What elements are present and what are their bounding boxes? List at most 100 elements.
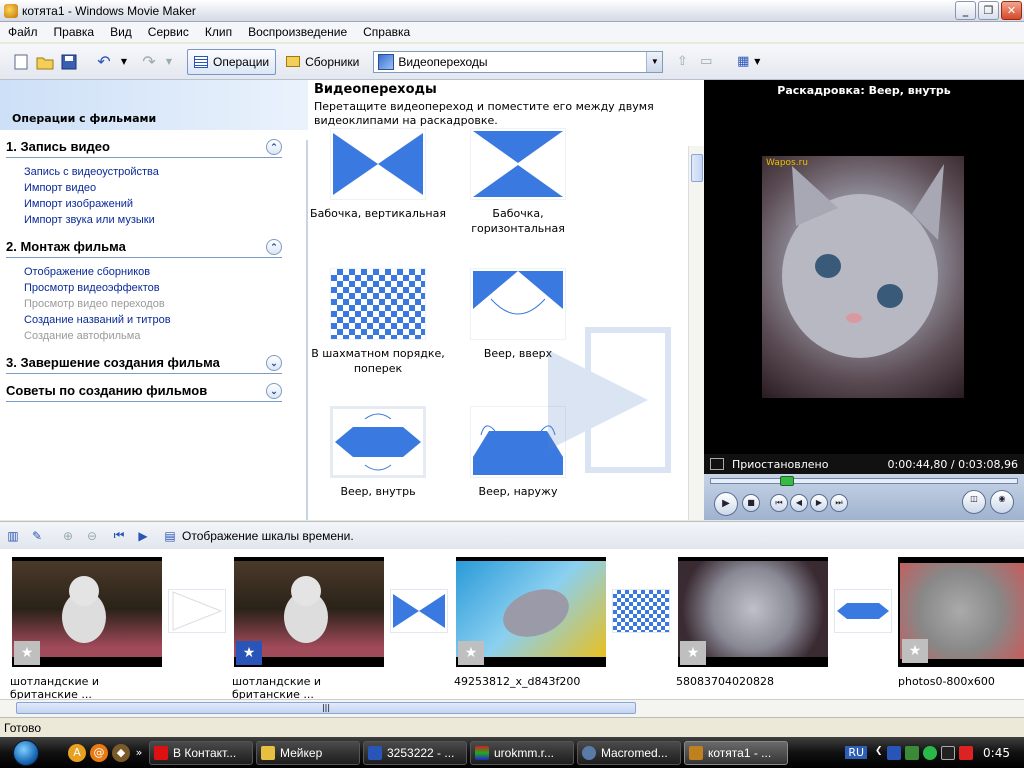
undo-icon[interactable]: ↶: [95, 52, 113, 71]
rewind-storyboard-icon[interactable]: ⏮: [110, 527, 128, 545]
redo-dropdown-icon[interactable]: ▼: [164, 53, 174, 71]
location-combo[interactable]: Видеопереходы ▼: [373, 50, 664, 73]
minimize-button[interactable]: _: [955, 1, 976, 20]
link-import-audio[interactable]: Импорт звука или музыки: [24, 214, 308, 230]
storyboard-toolbar: ▥ ✎ ⊕ ⊖ ⏮ ▶ ▤ Отображение шкалы времени.: [0, 521, 1024, 549]
transition-fan-in[interactable]: Веер, внутрь: [308, 406, 448, 499]
tray-status-icon[interactable]: [923, 745, 938, 760]
transitions-heading: Видеопереходы: [314, 82, 437, 97]
rewind-icon[interactable]: ⏮: [770, 494, 788, 512]
close-button[interactable]: ✕: [1001, 1, 1022, 20]
chevron-up-icon[interactable]: ⌃: [266, 138, 282, 155]
take-picture-icon[interactable]: ◉: [990, 490, 1014, 514]
transition-butterfly-vertical[interactable]: Бабочка, вертикальная: [308, 128, 448, 221]
storyboard-clip[interactable]: ★: [234, 557, 384, 667]
chevron-right-icon[interactable]: »: [134, 744, 144, 762]
monitor-icon: [710, 458, 724, 470]
task-maker-folder[interactable]: Мейкер: [256, 740, 360, 765]
storyboard-transition-butterfly[interactable]: [390, 589, 448, 633]
seek-knob[interactable]: [779, 476, 794, 486]
link-capture-device[interactable]: Запись с видеоустройства: [24, 166, 308, 182]
section-capture-video[interactable]: 1. Запись видео ⌃: [6, 136, 282, 158]
chevron-left-icon[interactable]: ❮: [875, 746, 883, 760]
zoom-out-icon[interactable]: ⊖: [83, 527, 101, 545]
menu-playback[interactable]: Воспроизведение: [240, 25, 355, 39]
email-icon[interactable]: @: [90, 743, 108, 762]
tray-volume-icon[interactable]: [959, 745, 974, 760]
transitions-scrollbar[interactable]: [688, 146, 704, 520]
new-project-icon[interactable]: [12, 53, 30, 71]
chevron-up-icon[interactable]: ⌃: [266, 238, 282, 255]
menu-help[interactable]: Справка: [355, 25, 418, 39]
section-title: 1. Запись видео: [6, 139, 110, 154]
menu-view[interactable]: Вид: [102, 25, 140, 39]
next-frame-icon[interactable]: ▶: [810, 494, 828, 512]
link-show-collections[interactable]: Отображение сборников: [24, 266, 308, 282]
link-import-pictures[interactable]: Импорт изображений: [24, 198, 308, 214]
seek-bar[interactable]: [710, 478, 1018, 484]
collections-button[interactable]: Сборники: [280, 49, 365, 75]
language-indicator[interactable]: RU: [845, 746, 868, 759]
storyboard: ★ ★ ★ ★ ★ шотландские и британские ... ш…: [0, 549, 1024, 699]
start-button[interactable]: [0, 737, 52, 768]
storyboard-transition-fan-in[interactable]: [834, 589, 892, 633]
chevron-down-icon[interactable]: ⌄: [266, 382, 282, 399]
section-movie-tips[interactable]: Советы по созданию фильмов ⌄: [6, 380, 282, 402]
menu-clip[interactable]: Клип: [197, 25, 240, 39]
views-icon[interactable]: ▦: [734, 53, 752, 71]
section-edit-movie[interactable]: 2. Монтаж фильма ⌃: [6, 236, 282, 258]
storyboard-clip-selected[interactable]: ★: [898, 557, 1024, 667]
new-folder-icon[interactable]: ▭: [697, 53, 715, 71]
transition-checkerboard[interactable]: В шахматном порядке, поперек: [308, 268, 448, 376]
quicklaunch-icon[interactable]: ◆: [112, 743, 130, 762]
tray-network-icon[interactable]: [905, 745, 920, 760]
play-icon[interactable]: ▶: [714, 492, 738, 516]
task-word-document[interactable]: 3253222 - ...: [363, 740, 467, 765]
transition-butterfly-horizontal[interactable]: Бабочка, горизонтальная: [448, 128, 588, 236]
views-dropdown-icon[interactable]: ▼: [753, 53, 761, 71]
storyboard-clip[interactable]: ★: [12, 557, 162, 667]
operations-button[interactable]: Операции: [187, 48, 277, 75]
link-make-titles[interactable]: Создание названий и титров: [24, 314, 308, 330]
storyboard-transition-checkerboard[interactable]: [612, 589, 670, 633]
link-view-effects[interactable]: Просмотр видеоэффектов: [24, 282, 308, 298]
tray-monitor-icon[interactable]: [941, 745, 956, 760]
split-clip-icon[interactable]: ◫: [962, 490, 986, 514]
redo-icon[interactable]: ↷: [140, 52, 158, 71]
restore-button[interactable]: ❐: [978, 1, 999, 20]
stop-icon[interactable]: ■: [742, 494, 760, 512]
zoom-in-icon[interactable]: ⊕: [59, 527, 77, 545]
chevron-down-icon[interactable]: ▼: [646, 51, 663, 72]
section-finish-movie[interactable]: 3. Завершение создания фильма ⌄: [6, 352, 282, 374]
task-vkontakte[interactable]: В Контакт...: [149, 740, 253, 765]
menu-file[interactable]: Файл: [0, 25, 46, 39]
storyboard-clip[interactable]: ★: [678, 557, 828, 667]
task-macromedia[interactable]: Macromed...: [577, 740, 681, 765]
fast-forward-icon[interactable]: ⏭: [830, 494, 848, 512]
task-label: В Контакт...: [173, 745, 237, 760]
menu-tools[interactable]: Сервис: [140, 25, 197, 39]
task-movie-maker[interactable]: котята1 - ...: [684, 740, 788, 765]
up-folder-icon[interactable]: ⇧: [673, 53, 691, 71]
show-timeline-toggle[interactable]: Отображение шкалы времени.: [182, 529, 354, 543]
undo-dropdown-icon[interactable]: ▼: [119, 53, 129, 71]
scrollbar-thumb[interactable]: |||: [16, 702, 636, 714]
menu-edit[interactable]: Правка: [46, 25, 103, 39]
avast-icon[interactable]: A: [68, 743, 86, 762]
scrollbar-thumb[interactable]: [691, 154, 703, 182]
storyboard-scrollbar[interactable]: |||: [0, 699, 1024, 717]
fan-in-icon: [330, 406, 426, 478]
link-import-video[interactable]: Импорт видео: [24, 182, 308, 198]
storyboard-clip[interactable]: ★: [456, 557, 606, 667]
play-storyboard-icon[interactable]: ▶: [134, 527, 152, 545]
previous-frame-icon[interactable]: ◀: [790, 494, 808, 512]
storyboard-icon[interactable]: ▥: [4, 527, 22, 545]
open-project-icon[interactable]: [36, 53, 54, 71]
chevron-down-icon[interactable]: ⌄: [266, 354, 282, 371]
save-project-icon[interactable]: [60, 53, 78, 71]
storyboard-transition-slot[interactable]: [168, 589, 226, 633]
tray-app-icon[interactable]: [887, 745, 902, 760]
microphone-icon[interactable]: ✎: [28, 527, 46, 545]
timeline-icon[interactable]: ▤: [161, 527, 179, 545]
task-urokmm[interactable]: urokmm.r...: [470, 740, 574, 765]
